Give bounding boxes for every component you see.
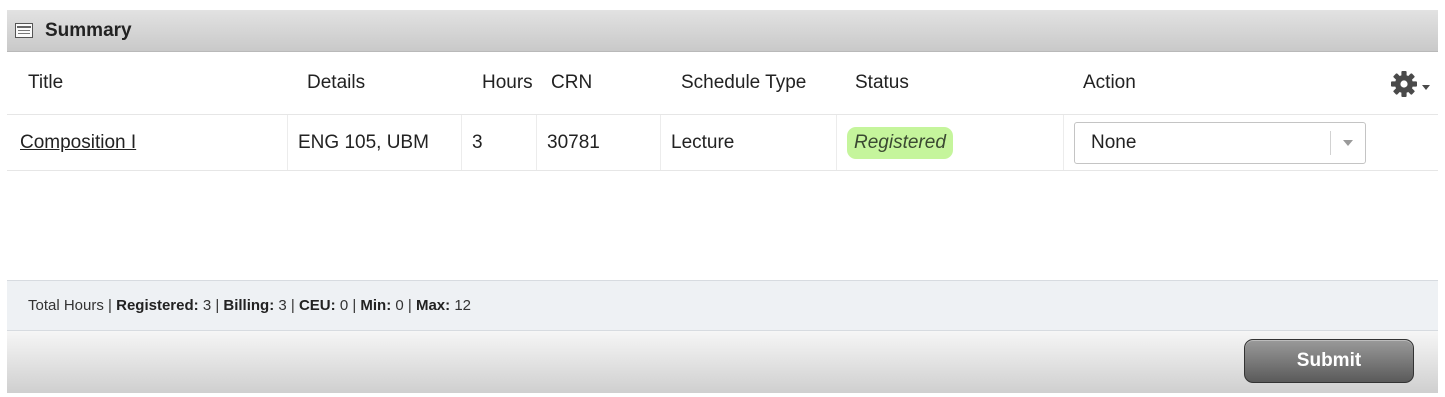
cell-schedule-type: Lecture: [661, 115, 837, 170]
separator: |: [348, 297, 361, 314]
max-label: Max:: [415, 297, 451, 314]
cell-hours: 3: [462, 115, 537, 170]
min-value: 0: [395, 297, 404, 314]
status-badge: Registered: [847, 126, 953, 159]
column-header-title[interactable]: Title: [7, 52, 288, 114]
billing-value: 3: [278, 297, 287, 314]
billing-label: Billing:: [223, 297, 275, 314]
max-value: 12: [454, 297, 472, 314]
cell-action: None: [1064, 115, 1438, 170]
column-header-status[interactable]: Status: [837, 52, 1064, 114]
column-header-hours[interactable]: Hours: [462, 52, 537, 114]
submit-button[interactable]: Submit: [1244, 339, 1414, 383]
total-hours-label: Total Hours: [28, 297, 104, 314]
registered-value: 3: [202, 297, 212, 314]
chevron-down-icon[interactable]: [1343, 139, 1353, 146]
cell-status: Registered: [837, 115, 1064, 170]
column-header-schedule-type[interactable]: Schedule Type: [661, 52, 837, 114]
table-row: Composition I ENG 105, UBM 3 30781 Lectu…: [7, 115, 1438, 171]
separator: |: [403, 297, 416, 314]
separator: |: [286, 297, 299, 314]
total-hours-bar: Total Hours | Registered: 3 | Billing: 3…: [7, 280, 1438, 331]
column-header-action-label: Action: [1083, 72, 1136, 93]
section-title: Summary: [45, 19, 132, 41]
summary-header: Summary: [7, 10, 1438, 52]
footer-bar: Submit: [7, 331, 1438, 393]
table-icon: [15, 23, 33, 38]
cell-crn: 30781: [537, 115, 661, 170]
column-header-action[interactable]: Action: [1064, 52, 1438, 114]
separator: |: [103, 297, 117, 314]
cell-title: Composition I: [7, 115, 288, 170]
table-header-row: Title Details Hours CRN Schedule Type St…: [7, 52, 1438, 115]
select-divider: [1330, 130, 1331, 155]
action-select[interactable]: None: [1074, 121, 1366, 164]
registered-label: Registered:: [116, 297, 199, 314]
min-label: Min:: [360, 297, 392, 314]
separator: |: [211, 297, 224, 314]
action-select-value: None: [1091, 131, 1137, 153]
cell-details: ENG 105, UBM: [288, 115, 462, 170]
ceu-label: CEU:: [298, 297, 336, 314]
ceu-value: 0: [339, 297, 349, 314]
column-header-crn[interactable]: CRN: [537, 52, 661, 114]
course-title-link[interactable]: Composition I: [20, 132, 136, 154]
gear-icon[interactable]: [1390, 69, 1434, 99]
column-header-details[interactable]: Details: [288, 52, 462, 114]
